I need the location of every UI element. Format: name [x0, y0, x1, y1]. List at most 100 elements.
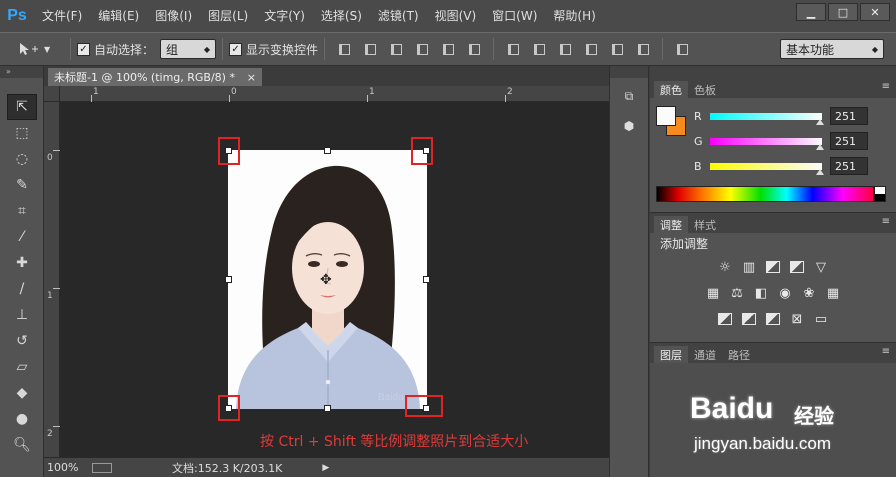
horizontal-ruler[interactable]: 1 0 1 2: [60, 86, 609, 102]
menu-filter[interactable]: 滤镜(T): [370, 0, 427, 32]
auto-align-icon[interactable]: [674, 41, 690, 57]
move-tool[interactable]: ⇱: [7, 94, 37, 120]
menu-layer[interactable]: 图层(L): [200, 0, 256, 32]
curves-icon[interactable]: [764, 259, 782, 275]
slider-thumb[interactable]: [816, 143, 824, 150]
channel-mixer-icon[interactable]: ❀: [800, 285, 818, 301]
zoom-level[interactable]: 100%: [44, 461, 90, 474]
panel-menu-icon[interactable]: ≡: [882, 81, 890, 92]
red-slider[interactable]: [710, 112, 824, 125]
align-top-icon[interactable]: [336, 41, 352, 57]
slider-thumb[interactable]: [816, 118, 824, 125]
collapse-icon[interactable]: »: [0, 66, 43, 78]
healing-brush-tool[interactable]: ✚: [7, 250, 37, 276]
photoshop-window: Ps 文件(F) 编辑(E) 图像(I) 图层(L) 文字(Y) 选择(S) 滤…: [0, 0, 896, 477]
blur-tool[interactable]: ●: [7, 406, 37, 432]
foreground-color-swatch[interactable]: [656, 106, 676, 126]
play-icon[interactable]: ▶: [322, 463, 329, 473]
distribute-hcenter-icon[interactable]: [609, 41, 625, 57]
eraser-tool[interactable]: ▱: [7, 354, 37, 380]
black-white-icon[interactable]: ◧: [752, 285, 770, 301]
slider-thumb[interactable]: [816, 168, 824, 175]
panel-menu-icon[interactable]: ≡: [882, 216, 890, 227]
tool-preset-picker[interactable]: ▼: [18, 35, 64, 63]
menu-type[interactable]: 文字(Y): [256, 0, 313, 32]
transform-handle-left[interactable]: [225, 276, 232, 283]
menu-image[interactable]: 图像(I): [147, 0, 200, 32]
panel-menu-icon[interactable]: ≡: [882, 346, 890, 357]
maximize-button[interactable]: □: [828, 3, 858, 21]
photo-filter-icon[interactable]: ◉: [776, 285, 794, 301]
tab-layers[interactable]: 图层: [654, 346, 688, 363]
history-brush-tool[interactable]: ↺: [7, 328, 37, 354]
black-white-swatch[interactable]: [874, 186, 886, 202]
menu-file[interactable]: 文件(F): [34, 0, 90, 32]
auto-select-target-dropdown[interactable]: 组 ◆: [160, 39, 217, 59]
align-bottom-icon[interactable]: [388, 41, 404, 57]
menu-help[interactable]: 帮助(H): [545, 0, 603, 32]
menu-view[interactable]: 视图(V): [427, 0, 485, 32]
transform-handle-bottom[interactable]: [324, 405, 331, 412]
show-transform-checkbox[interactable]: ✓ 显示变换控件: [229, 41, 318, 58]
marquee-tool[interactable]: ⬚: [7, 120, 37, 146]
menu-select[interactable]: 选择(S): [313, 0, 370, 32]
lasso-tool[interactable]: ◌: [7, 146, 37, 172]
distribute-left-icon[interactable]: [583, 41, 599, 57]
workspace-dropdown[interactable]: 基本功能 ◆: [780, 39, 884, 59]
3d-panel-button[interactable]: ⬢: [617, 114, 641, 138]
transform-handle-top[interactable]: [324, 147, 331, 154]
align-left-icon[interactable]: [414, 41, 430, 57]
distribute-vcenter-icon[interactable]: [531, 41, 547, 57]
posterize-icon[interactable]: [740, 311, 758, 327]
levels-icon[interactable]: ▥: [740, 259, 758, 275]
distribute-right-icon[interactable]: [635, 41, 651, 57]
color-balance-icon[interactable]: ⚖: [728, 285, 746, 301]
blue-slider[interactable]: [710, 162, 824, 175]
menu-window[interactable]: 窗口(W): [484, 0, 545, 32]
transform-handle-right[interactable]: [423, 276, 430, 283]
vertical-ruler[interactable]: 0 1 2: [44, 102, 60, 457]
color-lookup-icon[interactable]: ▦: [824, 285, 842, 301]
red-value-input[interactable]: 251: [830, 107, 868, 125]
auto-select-checkbox[interactable]: ✓ 自动选择：: [77, 41, 154, 58]
tab-adjustments[interactable]: 调整: [654, 216, 688, 233]
distribute-top-icon[interactable]: [505, 41, 521, 57]
minimize-button[interactable]: ▁: [796, 3, 826, 21]
distribute-bottom-icon[interactable]: [557, 41, 573, 57]
dodge-tool[interactable]: 🔍︎: [7, 432, 37, 458]
brush-tool[interactable]: /: [7, 276, 37, 302]
canvas-area[interactable]: 1 0 1 2 0 1 2 Baidu ✥: [44, 86, 609, 457]
align-right-icon[interactable]: [466, 41, 482, 57]
tab-channels[interactable]: 通道: [688, 346, 722, 363]
close-icon[interactable]: ×: [247, 71, 256, 84]
align-vcenter-icon[interactable]: [362, 41, 378, 57]
vibrance-icon[interactable]: ▽: [812, 259, 830, 275]
exposure-icon[interactable]: [788, 259, 806, 275]
brightness-icon[interactable]: ☼: [716, 259, 734, 275]
quick-select-tool[interactable]: ✎: [7, 172, 37, 198]
menu-edit[interactable]: 编辑(E): [90, 0, 147, 32]
hue-saturation-icon[interactable]: ▦: [704, 285, 722, 301]
gradient-map-icon[interactable]: ▭: [812, 311, 830, 327]
tab-swatches[interactable]: 色板: [688, 81, 722, 98]
crop-tool[interactable]: ⌗: [7, 198, 37, 224]
tab-styles[interactable]: 样式: [688, 216, 722, 233]
selective-color-icon[interactable]: ⊠: [788, 311, 806, 327]
green-value-input[interactable]: 251: [830, 132, 868, 150]
document-tab[interactable]: 未标题-1 @ 100% (timg, RGB/8) * ×: [48, 68, 262, 86]
invert-icon[interactable]: [716, 311, 734, 327]
threshold-icon[interactable]: [764, 311, 782, 327]
color-panel-tabs: 颜色 色板 ≡: [650, 78, 896, 98]
close-button[interactable]: ✕: [860, 3, 890, 21]
clone-stamp-tool[interactable]: ⊥: [7, 302, 37, 328]
align-hcenter-icon[interactable]: [440, 41, 456, 57]
eyedropper-tool[interactable]: ⁄: [7, 224, 37, 250]
channel-label: B: [694, 159, 702, 173]
paint-bucket-tool[interactable]: ◆: [7, 380, 37, 406]
green-slider[interactable]: [710, 137, 824, 150]
color-spectrum[interactable]: [656, 186, 874, 202]
blue-value-input[interactable]: 251: [830, 157, 868, 175]
history-panel-button[interactable]: ⧉: [617, 84, 641, 108]
tab-paths[interactable]: 路径: [722, 346, 756, 363]
tab-color[interactable]: 颜色: [654, 81, 688, 98]
